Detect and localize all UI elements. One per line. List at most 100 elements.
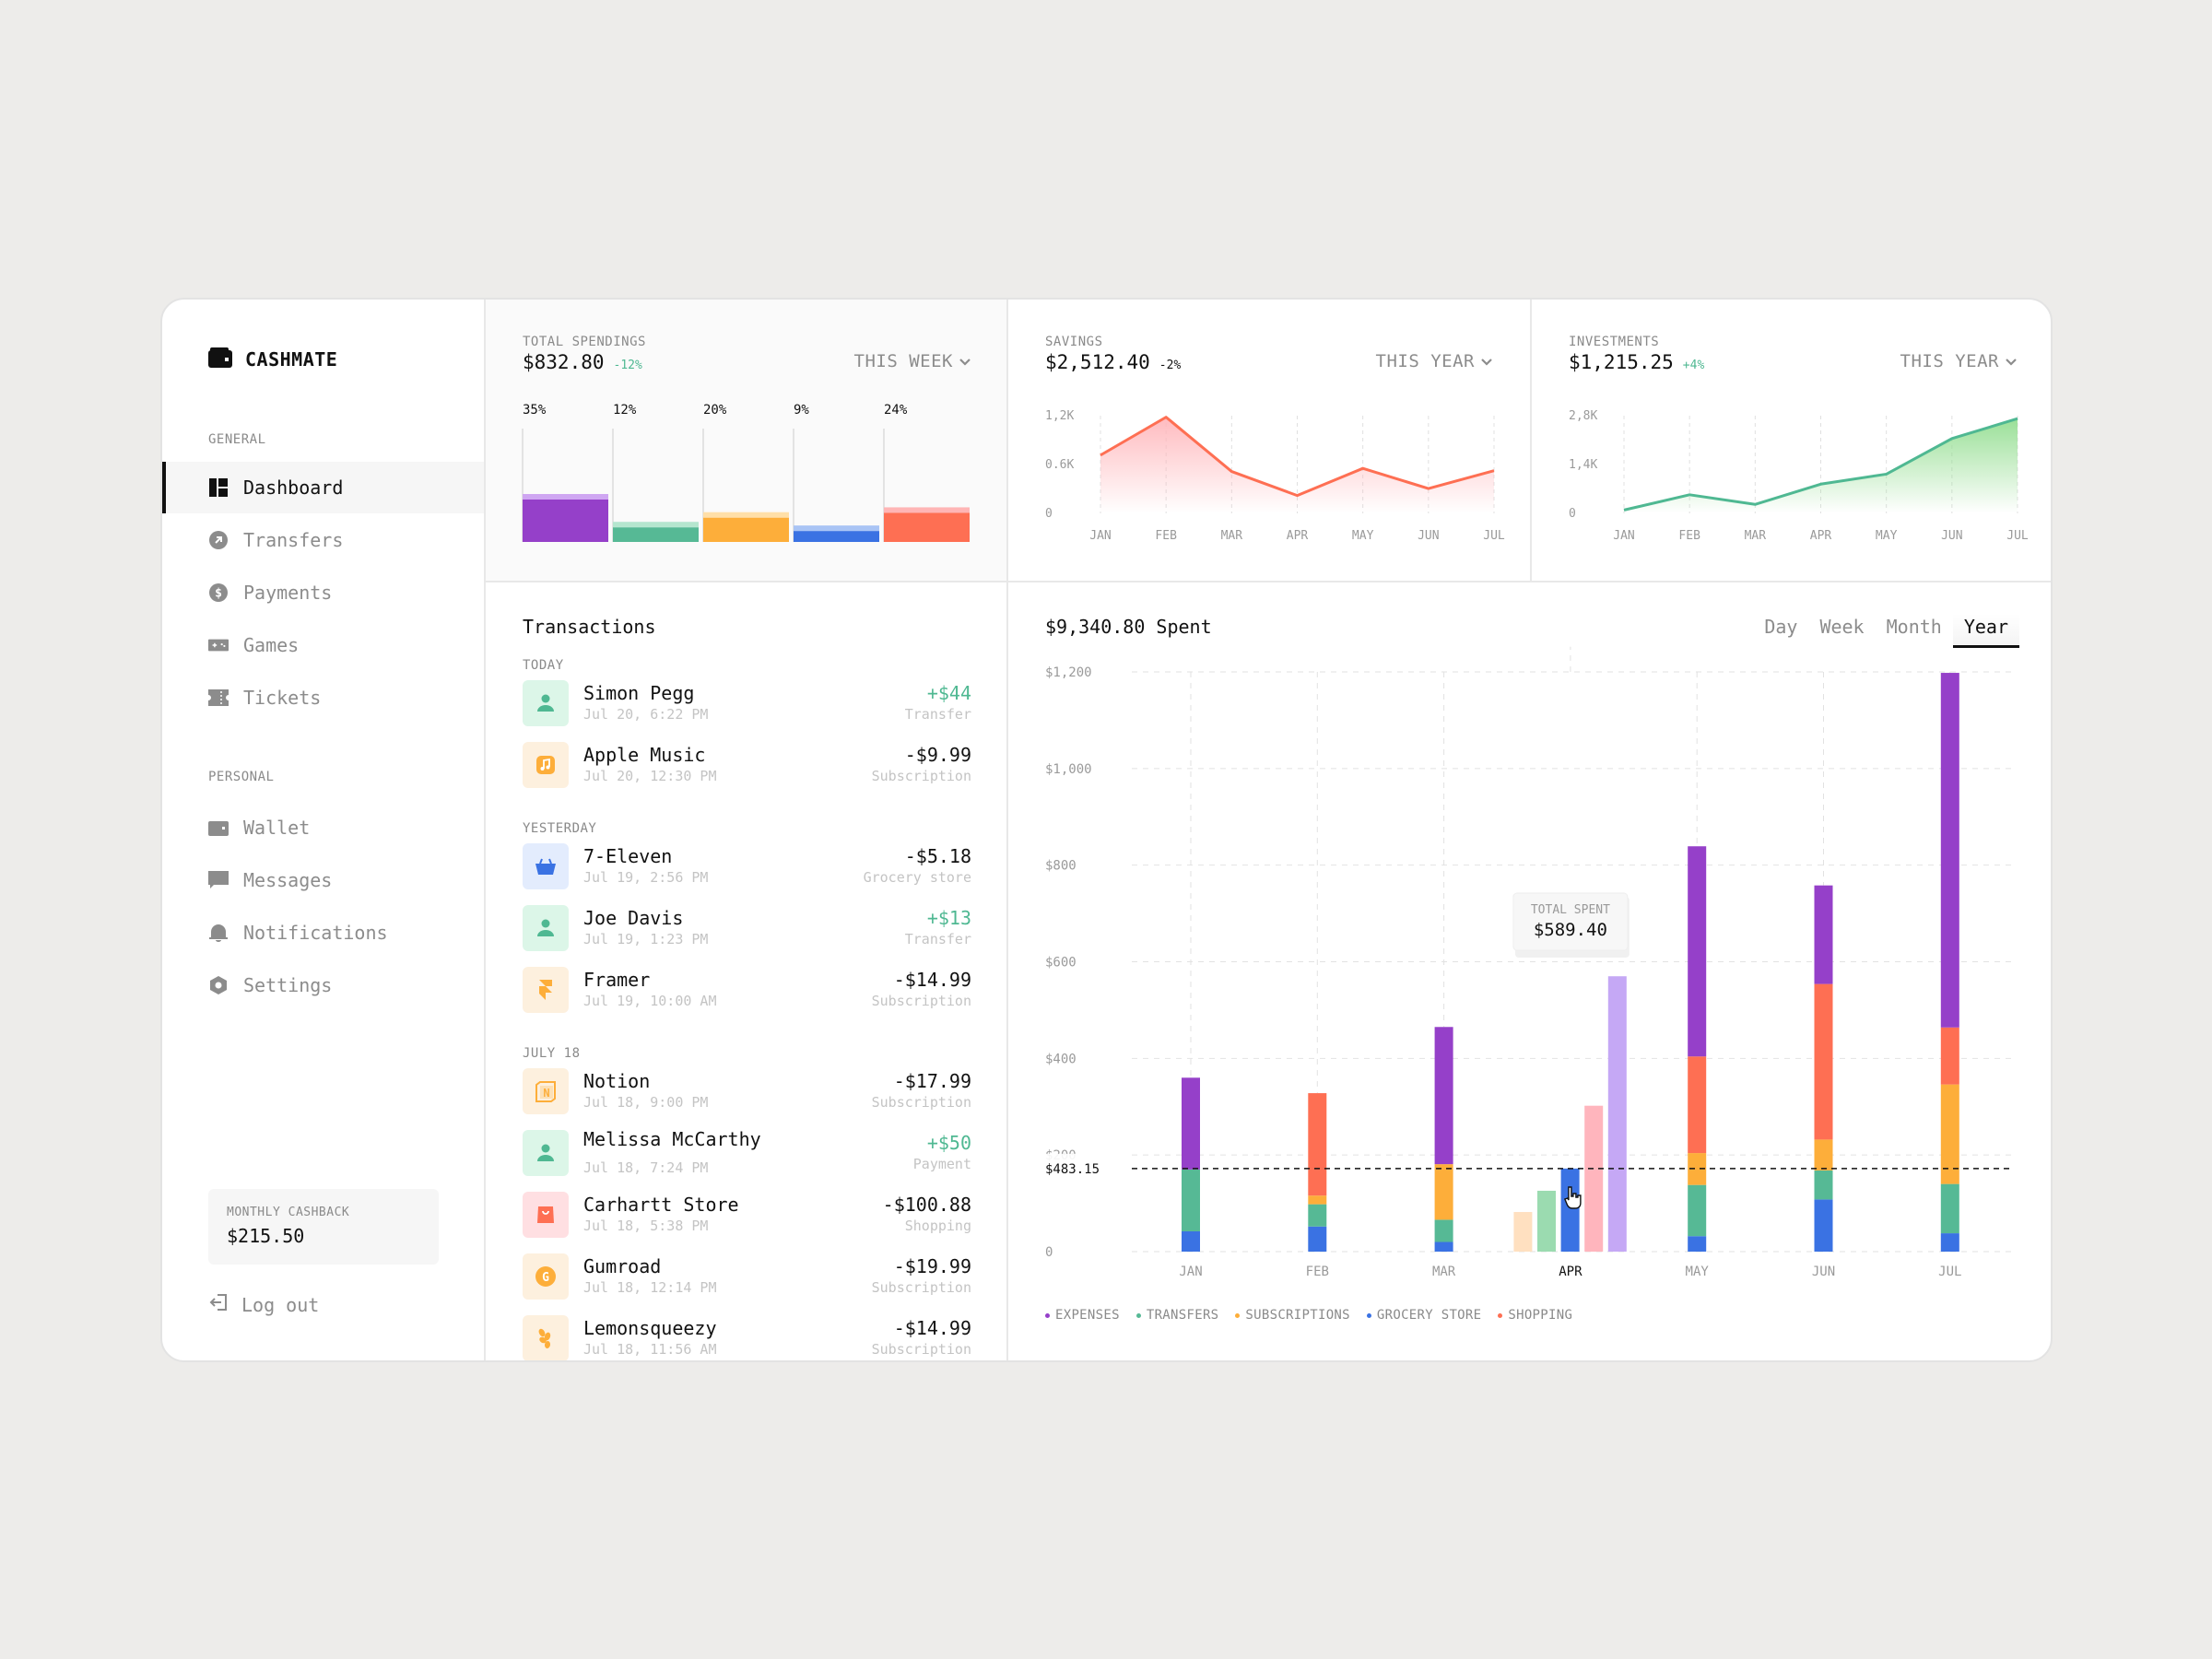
- legend-item-expenses[interactable]: EXPENSES: [1045, 1308, 1120, 1323]
- bar-segment-highlight: [613, 522, 699, 528]
- transaction-row[interactable]: Carhartt Store Jul 18, 5:38 PM -$100.88 Sho…: [523, 1192, 971, 1240]
- legend-dot-icon: [1498, 1312, 1503, 1318]
- investments-line-chart: 2,8K 1,4K 0 JAN FEB MAR APR MAY JUN JUL: [1569, 409, 2029, 543]
- bar-shopping: [1584, 1105, 1604, 1252]
- spending-overview-chart: $9,340.80 Spent Day Week Month Year $1,200 $…: [1008, 582, 2051, 1360]
- legend-item-subscriptions[interactable]: SUBSCRIPTIONS: [1235, 1308, 1350, 1323]
- transaction-name: Apple Music: [583, 744, 706, 766]
- logo[interactable]: CASHMATE: [208, 347, 337, 371]
- logout-label: Log out: [241, 1293, 320, 1316]
- sidebar-item-label: Notifications: [243, 922, 388, 944]
- transaction-category: Subscription: [871, 768, 971, 784]
- sidebar-item-dashboard[interactable]: Dashboard: [162, 462, 484, 513]
- transaction-row[interactable]: G Gumroad Jul 18, 12:14 PM -$19.99 Subscript…: [523, 1253, 971, 1301]
- spending-bars-chart: 35% 12% 20% 9% 24%: [522, 403, 970, 542]
- transaction-row[interactable]: Framer Jul 19, 10:00 AM -$14.99 Subscriptio…: [523, 967, 971, 1015]
- user-icon: [523, 680, 569, 726]
- savings-line-chart: 1,2K 0.6K 0 JAN FEB MAR APR MAY JUN JUL: [1045, 409, 1505, 543]
- average-label: $483.15: [1045, 1162, 1100, 1177]
- bar-segment-highlight: [703, 512, 789, 518]
- tooltip-label: TOTAL SPENT: [1531, 903, 1610, 917]
- svg-text:N: N: [543, 1087, 549, 1100]
- svg-text:$: $: [215, 587, 222, 601]
- y-tick-label: 0: [1045, 507, 1053, 521]
- sidebar-item-transfers[interactable]: Transfers: [162, 514, 484, 566]
- legend-item-shopping[interactable]: SHOPPING: [1498, 1308, 1572, 1323]
- spending-bar: [523, 500, 608, 542]
- sidebar-item-games[interactable]: Games: [162, 619, 484, 671]
- transaction-category: Grocery store: [863, 869, 971, 886]
- sidebar: CASHMATE GENERAL Dashboard Transfers $ Paym…: [162, 300, 486, 1360]
- bar-segment-transfers: [1814, 1170, 1833, 1200]
- bar-segment-subscriptions: [1434, 1164, 1453, 1220]
- transaction-amount: -$5.18: [904, 845, 971, 867]
- sidebar-item-messages[interactable]: Messages: [162, 854, 484, 906]
- transaction-date: Jul 18, 12:14 PM: [583, 1279, 717, 1296]
- bar-segment-highlight: [523, 494, 608, 500]
- bar-segment-shopping: [1940, 1027, 1959, 1085]
- legend-label: EXPENSES: [1055, 1308, 1120, 1323]
- sidebar-item-wallet[interactable]: Wallet: [162, 802, 484, 853]
- message-icon: [208, 870, 229, 890]
- x-tick-label: MAY: [1352, 529, 1374, 543]
- x-tick-label: MAY: [1686, 1265, 1710, 1279]
- legend-item-transfers[interactable]: TRANSFERS: [1135, 1308, 1219, 1323]
- bar-segment-shopping: [1688, 1056, 1707, 1154]
- bar-segment-expenses: [1182, 1077, 1200, 1170]
- chart-tooltip: TOTAL SPENT $589.40: [1512, 892, 1630, 958]
- x-tick-label: APR: [1287, 529, 1309, 543]
- transaction-category: Subscription: [871, 993, 971, 1009]
- sidebar-item-label: Tickets: [243, 687, 322, 709]
- bar-percent-label: 12%: [613, 403, 637, 418]
- dollar-icon: $: [208, 582, 229, 603]
- transaction-name: Carhartt Store: [583, 1194, 739, 1216]
- transaction-row[interactable]: Apple Music Jul 20, 12:30 PM -$9.99 Subscri…: [523, 742, 971, 790]
- transaction-row[interactable]: Simon Pegg Jul 20, 6:22 PM +$44 Transfer: [523, 680, 971, 728]
- bar-segment-grocery-store: [1814, 1199, 1833, 1252]
- transaction-amount: -$100.88: [882, 1194, 971, 1216]
- transaction-row[interactable]: Melissa McCarthy Jul 18, 7:24 PM +$50 Payme…: [523, 1128, 971, 1178]
- transaction-date: Jul 20, 6:22 PM: [583, 706, 709, 723]
- section-label-general: GENERAL: [208, 432, 266, 447]
- total-spendings-card: TOTAL SPENDINGS $832.80 -12% THIS WEEK 3…: [486, 300, 1008, 582]
- x-tick-label: JAN: [1179, 1265, 1202, 1279]
- transaction-date: Jul 20, 12:30 PM: [583, 768, 717, 784]
- sidebar-item-label: Payments: [243, 582, 333, 604]
- sidebar-item-label: Games: [243, 634, 300, 656]
- legend-label: SUBSCRIPTIONS: [1245, 1308, 1350, 1323]
- transaction-category: Payment: [912, 1156, 971, 1172]
- legend-item-grocery-store[interactable]: GROCERY STORE: [1366, 1308, 1481, 1323]
- bar-segment-shopping: [1814, 983, 1833, 1140]
- transaction-category: Subscription: [871, 1279, 971, 1296]
- bar-segment-grocery-store: [1434, 1241, 1453, 1252]
- transaction-name: Gumroad: [583, 1255, 662, 1277]
- bar-percent-label: 35%: [523, 403, 547, 418]
- lemon-icon: [523, 1315, 569, 1360]
- sidebar-item-tickets[interactable]: Tickets: [162, 672, 484, 724]
- transaction-row[interactable]: Lemonsqueezy Jul 18, 11:56 AM -$14.99 Subsc…: [523, 1315, 971, 1360]
- transaction-date: Jul 19, 2:56 PM: [583, 869, 709, 886]
- sidebar-item-settings[interactable]: Settings: [162, 959, 484, 1011]
- bar-segment-transfers: [1688, 1184, 1707, 1237]
- x-tick-label: JAN: [1089, 529, 1111, 543]
- sidebar-item-label: Transfers: [243, 529, 344, 551]
- transaction-row[interactable]: N Notion Jul 18, 9:00 PM -$17.99 Subscriptio…: [523, 1068, 971, 1116]
- sidebar-item-payments[interactable]: $ Payments: [162, 567, 484, 618]
- transaction-name: Melissa McCarthy: [583, 1128, 761, 1150]
- spending-bar: [703, 517, 789, 542]
- transaction-amount: -$14.99: [893, 1317, 971, 1339]
- spending-bar: [884, 512, 970, 542]
- logout-button[interactable]: Log out: [208, 1293, 319, 1316]
- bar-expenses: [1607, 976, 1627, 1252]
- sidebar-item-label: Wallet: [243, 817, 311, 839]
- transaction-row[interactable]: Joe Davis Jul 19, 1:23 PM +$13 Transfer: [523, 905, 971, 953]
- x-tick-label: MAR: [1432, 1265, 1456, 1279]
- sidebar-item-notifications[interactable]: Notifications: [162, 907, 484, 959]
- x-tick-label: JAN: [1613, 529, 1634, 543]
- x-tick-label: JUN: [1418, 529, 1439, 543]
- transaction-row[interactable]: 7-Eleven Jul 19, 2:56 PM -$5.18 Grocery sto…: [523, 843, 971, 891]
- bar-segment-expenses: [1434, 1027, 1453, 1165]
- y-tick-label: 1,2K: [1045, 409, 1074, 423]
- chart-legend: EXPENSES TRANSFERS SUBSCRIPTIONS GROCERY ST…: [1045, 1308, 1572, 1323]
- y-tick-label: $1,000: [1045, 762, 1092, 777]
